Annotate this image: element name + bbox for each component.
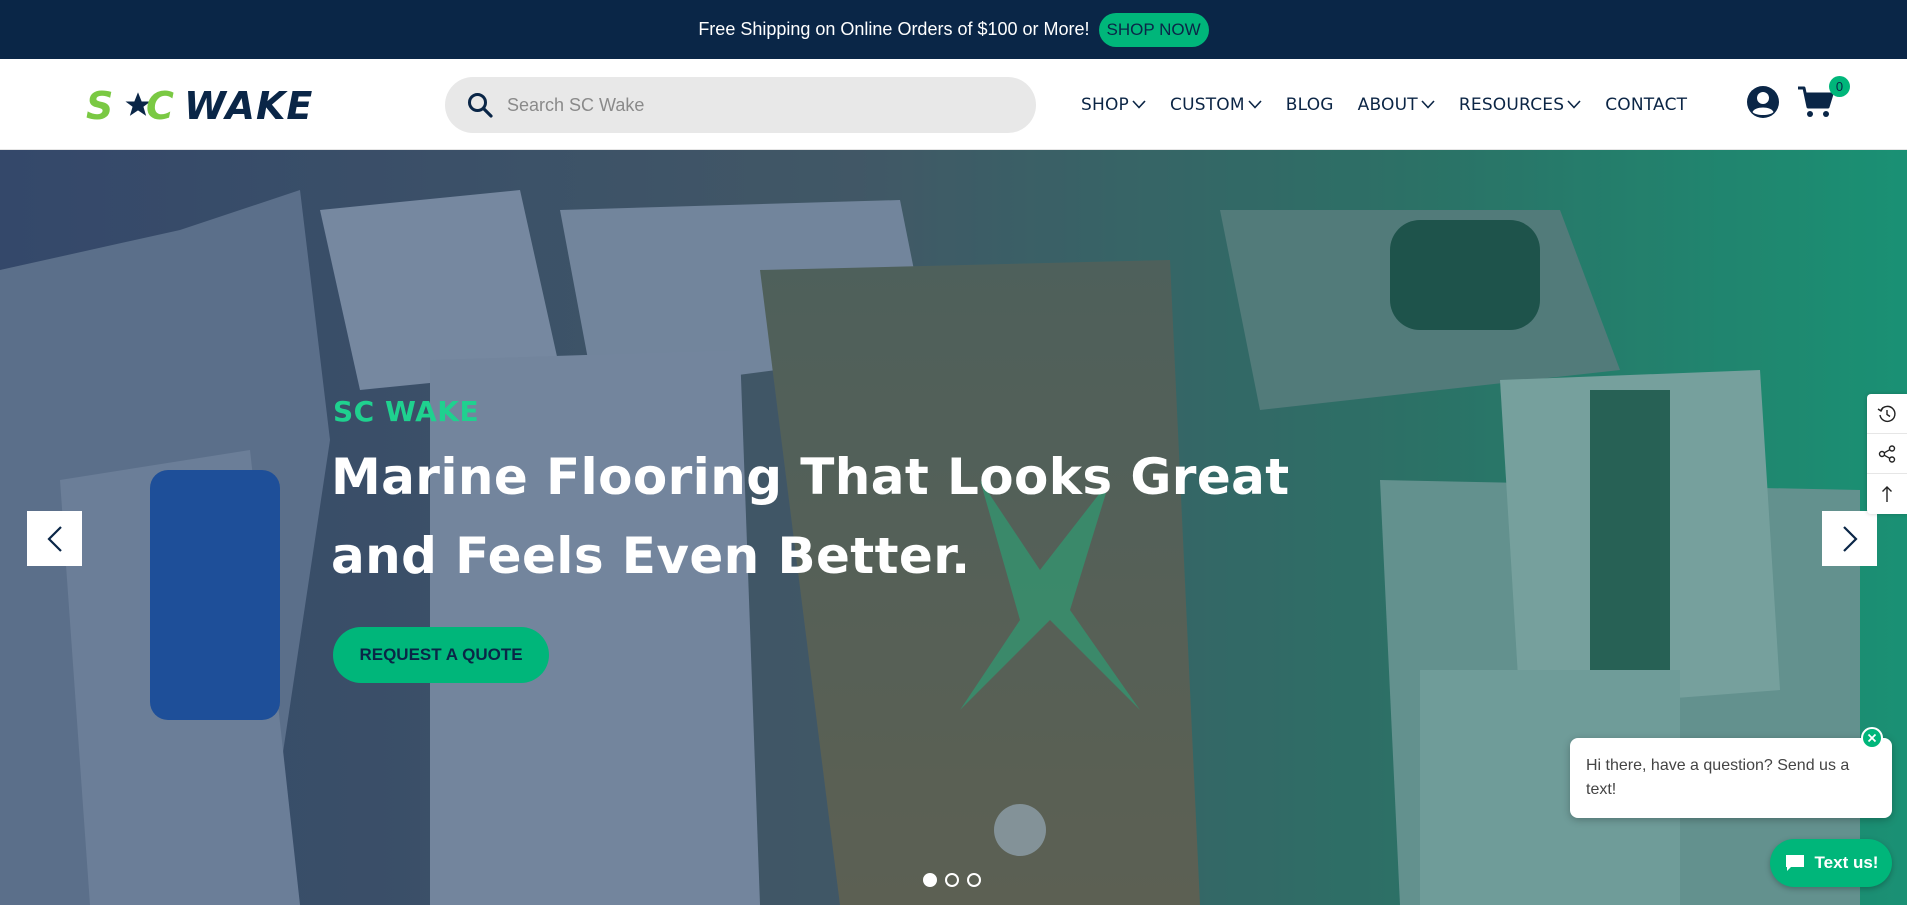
hero-title-line-2: and Feels Even Better. (331, 527, 971, 585)
nav-item-contact[interactable]: CONTACT (1605, 95, 1687, 115)
svg-text:C: C (146, 87, 174, 123)
scwake-logo[interactable]: S C WAKE (86, 87, 388, 123)
chat-message-text: Hi there, have a question? Send us a tex… (1586, 757, 1850, 798)
text-us-label: Text us! (1814, 853, 1879, 872)
chevron-right-icon (1842, 525, 1858, 552)
account-icon[interactable] (1746, 85, 1780, 119)
slider-next-button[interactable] (1822, 511, 1877, 566)
shop-now-button[interactable]: SHOP NOW (1098, 12, 1209, 47)
nav-item-resources[interactable]: RESOURCES (1459, 95, 1581, 115)
slider-pagination (923, 873, 989, 887)
slider-prev-button[interactable] (27, 511, 82, 566)
text-us-button[interactable]: Text us! (1770, 839, 1892, 887)
chevron-left-icon (46, 525, 62, 552)
share-button[interactable] (1867, 434, 1907, 474)
share-icon (1878, 444, 1896, 463)
slider-dot[interactable] (923, 873, 937, 887)
slider-dot[interactable] (945, 873, 959, 887)
back-to-top-icon (1882, 486, 1892, 502)
announcement-text: Free Shipping on Online Orders of $100 o… (698, 19, 1090, 39)
close-icon (1867, 733, 1877, 743)
nav-item-custom[interactable]: CUSTOM (1170, 95, 1262, 115)
nav-item-about[interactable]: ABOUT (1358, 95, 1435, 115)
svg-text:S: S (86, 87, 112, 123)
chevron-down-icon (1567, 100, 1581, 109)
nav-item-label: SHOP (1081, 94, 1130, 115)
chat-close-button[interactable] (1861, 727, 1883, 749)
nav-item-shop[interactable]: SHOP (1081, 95, 1146, 115)
request-quote-button[interactable]: REQUEST A QUOTE (333, 627, 549, 683)
nav-item-label: ABOUT (1357, 94, 1418, 115)
chat-icon (1785, 855, 1804, 871)
site-header: S C WAKE SHOP CUSTOM BLOG ABOUT RESOURCE… (0, 59, 1907, 150)
chevron-down-icon (1248, 100, 1262, 109)
hero-eyebrow: SC WAKE (333, 395, 480, 428)
chevron-down-icon (1132, 100, 1146, 109)
nav-item-blog[interactable]: BLOG (1286, 95, 1334, 115)
nav-item-label: BLOG (1285, 94, 1334, 115)
back-to-top-button[interactable] (1867, 474, 1907, 514)
cart-count-badge: 0 (1829, 76, 1850, 97)
nav-item-label: RESOURCES (1458, 94, 1565, 115)
slider-dot[interactable] (967, 873, 981, 887)
nav-item-label: CONTACT (1605, 94, 1688, 115)
recently-viewed-button[interactable] (1867, 394, 1907, 434)
search-input[interactable] (507, 94, 987, 116)
search-icon[interactable] (467, 92, 493, 118)
svg-text:WAKE: WAKE (184, 87, 313, 123)
history-icon (1877, 405, 1896, 422)
nav-item-label: CUSTOM (1170, 94, 1245, 115)
main-nav: SHOP CUSTOM BLOG ABOUT RESOURCES CONTACT (1081, 59, 1687, 150)
hero-title: Marine Flooring That Looks Great and Fee… (331, 438, 1291, 596)
side-toolbar (1867, 394, 1907, 514)
hero-title-line-1: Marine Flooring That Looks Great (331, 448, 1290, 506)
chat-message-bubble[interactable]: Hi there, have a question? Send us a tex… (1570, 738, 1892, 818)
search-bar[interactable] (445, 77, 1036, 133)
chevron-down-icon (1421, 100, 1435, 109)
announcement-bar: Free Shipping on Online Orders of $100 o… (0, 0, 1907, 59)
